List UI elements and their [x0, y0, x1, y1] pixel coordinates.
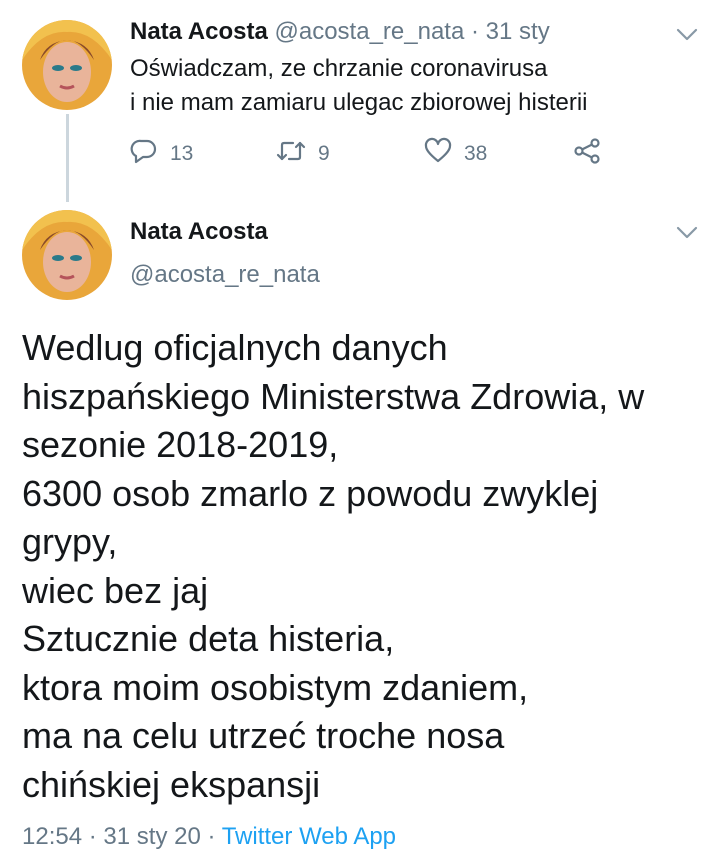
- retweet-icon: [276, 137, 318, 171]
- tweet-text-line: chińskiej ekspansji: [22, 763, 321, 805]
- share-button[interactable]: [572, 136, 614, 172]
- tweet-source-link[interactable]: Twitter Web App: [222, 823, 396, 850]
- share-icon: [572, 137, 614, 171]
- tweet-text-line: Sztucznie deta histeria,: [22, 618, 395, 659]
- tweet-text-line: ktora moim osobistym zdaniem,: [22, 666, 529, 708]
- tweet-text-line: i nie mam zamiaru ulegac zbiorowej histe…: [130, 89, 588, 116]
- avatar[interactable]: [22, 210, 112, 300]
- author-name[interactable]: Nata Acosta: [130, 18, 268, 45]
- separator-dot: ·: [88, 823, 97, 850]
- like-icon: [424, 137, 464, 171]
- tweet-header: Nata Acosta @acosta_re_nata · 31 sty: [130, 16, 550, 48]
- like-count: 38: [464, 142, 488, 165]
- avatar[interactable]: [22, 20, 112, 110]
- tweet-text-line: hiszpańskiego Ministerstwa Zdrowia, w: [22, 375, 645, 417]
- tweet-time[interactable]: 12:54: [22, 823, 82, 850]
- separator-dot: ·: [207, 823, 216, 850]
- tweet-text-line: wiec bez jaj: [22, 569, 209, 611]
- tweet-text: Oświadczam, ze chrzanie coronavirusa i n…: [130, 52, 588, 120]
- tweet-date[interactable]: 31 sty: [486, 18, 550, 45]
- reply-button[interactable]: 13: [130, 136, 193, 172]
- retweet-count: 9: [318, 142, 330, 165]
- separator-dot: ·: [471, 18, 479, 45]
- reply-icon: [130, 137, 170, 171]
- reply-count: 13: [170, 142, 194, 165]
- tweet-text: Wedlug oficjalnych danych hiszpańskiego …: [22, 324, 712, 809]
- tweet-text-line: ma na celu utrzeć troche nosa: [22, 715, 505, 756]
- tweet-text-line: Oświadczam, ze chrzanie coronavirusa: [130, 55, 548, 82]
- author-name[interactable]: Nata Acosta: [130, 216, 268, 248]
- tweet-text-line: Wedlug oficjalnych danych: [22, 327, 448, 368]
- author-handle[interactable]: @acosta_re_nata: [275, 18, 465, 45]
- retweet-button[interactable]: 9: [276, 136, 330, 172]
- tweet-date[interactable]: 31 sty 20: [103, 823, 200, 850]
- like-button[interactable]: 38: [424, 136, 487, 172]
- chevron-down-icon[interactable]: [676, 28, 698, 42]
- tweet-actions: 13 9 38: [130, 136, 610, 172]
- tweet-text-line: grypy,: [22, 521, 118, 562]
- tweet-meta: 12:54 · 31 sty 20 · Twitter Web App: [22, 820, 396, 854]
- chevron-down-icon[interactable]: [676, 226, 698, 240]
- author-handle[interactable]: @acosta_re_nata: [130, 259, 320, 291]
- tweet-text-line: sezonie 2018-2019,: [22, 424, 339, 465]
- thread-connector-line: [66, 114, 69, 202]
- tweet-text-line: 6300 osob zmarlo z powodu zwyklej: [22, 472, 599, 514]
